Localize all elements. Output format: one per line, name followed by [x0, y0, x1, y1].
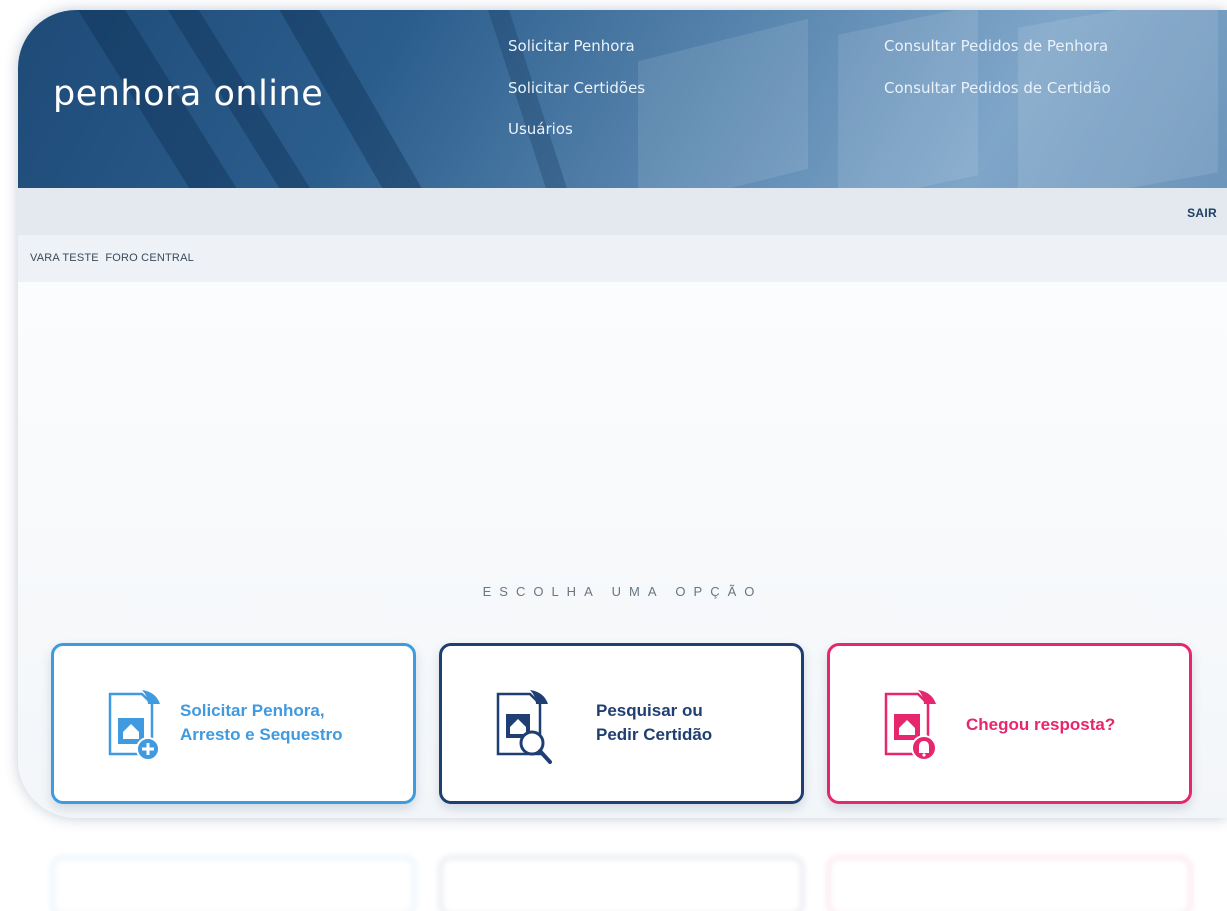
nav-usuarios[interactable]: Usuários — [508, 120, 573, 138]
nav-consultar-pedidos-penhora[interactable]: Consultar Pedidos de Penhora — [884, 37, 1108, 55]
solicitar-penhora-card[interactable]: Solicitar Penhora, Arresto e Sequestro — [51, 643, 416, 804]
pesquisar-certidao-card[interactable]: Pesquisar ou Pedir Certidão — [439, 643, 804, 804]
document-house-plus-icon — [108, 690, 160, 761]
card-title-line1: Solicitar Penhora, — [180, 701, 325, 720]
document-house-bell-icon — [884, 690, 937, 761]
card-reflection — [439, 856, 804, 911]
card-title-line2: Pedir Certidão — [596, 725, 713, 744]
nav-consultar-pedidos-certidao[interactable]: Consultar Pedidos de Certidão — [884, 79, 1111, 97]
card-reflection — [827, 856, 1192, 911]
logout-button[interactable]: SAIR — [1187, 206, 1217, 220]
card-reflection — [51, 856, 416, 911]
court-bar: VARA TESTE FORO CENTRAL — [18, 235, 1227, 282]
choose-option-heading: ESCOLHA UMA OPÇÃO — [482, 584, 763, 599]
card-title-line1: Pesquisar ou — [596, 701, 703, 720]
top-bar: SAIR — [18, 188, 1227, 235]
card-title: Chegou resposta? — [966, 715, 1116, 734]
chegou-resposta-card[interactable]: Chegou resposta? — [827, 643, 1192, 804]
site-header: penhora online Solicitar Penhora Solicit… — [18, 10, 1227, 188]
site-logo[interactable]: penhora online — [53, 74, 323, 114]
court-name: VARA TESTE FORO CENTRAL — [30, 252, 194, 264]
card-title-line2: Arresto e Sequestro — [180, 725, 343, 744]
document-house-search-icon — [496, 690, 552, 764]
nav-solicitar-certidoes[interactable]: Solicitar Certidões — [508, 79, 645, 97]
nav-solicitar-penhora[interactable]: Solicitar Penhora — [508, 37, 635, 55]
